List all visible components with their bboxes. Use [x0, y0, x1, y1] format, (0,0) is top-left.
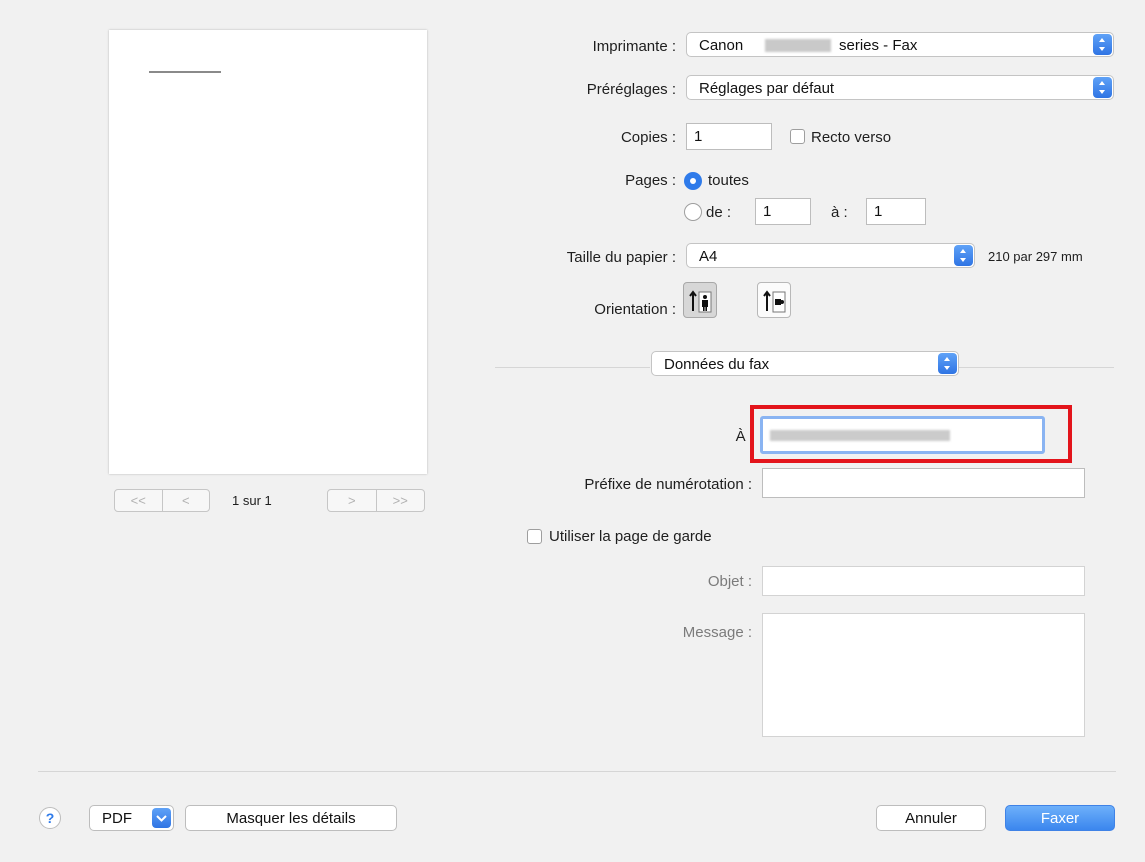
copies-value: 1 — [694, 128, 703, 145]
dial-prefix-input[interactable] — [762, 468, 1085, 498]
copies-input[interactable]: 1 — [686, 123, 772, 150]
pages-from-value: 1 — [763, 203, 772, 220]
duplex-label: Recto verso — [811, 129, 892, 146]
pages-to-value: 1 — [874, 203, 883, 220]
copies-label: Copies : — [620, 129, 676, 146]
preview-text-line — [149, 71, 221, 73]
pages-range-label: de : — [706, 204, 732, 221]
chevron-down-icon — [152, 808, 171, 828]
message-textarea[interactable] — [762, 613, 1085, 737]
orientation-label: Orientation : — [594, 301, 676, 318]
help-button[interactable]: ? — [39, 807, 61, 829]
next-page-button[interactable]: > — [328, 490, 376, 511]
message-label: Message : — [682, 624, 752, 641]
portrait-icon — [689, 290, 712, 313]
blurred-fax-number — [770, 430, 950, 441]
cancel-button[interactable]: Annuler — [876, 805, 986, 831]
pages-to-label: à : — [831, 204, 848, 221]
pdf-menu-button[interactable]: PDF — [89, 805, 174, 831]
preview-nav-forward: > >> — [327, 489, 425, 512]
orientation-portrait-button[interactable] — [683, 282, 717, 318]
subject-input[interactable] — [762, 566, 1085, 596]
footer-separator — [38, 771, 1116, 772]
paper-size-select[interactable]: A4 — [686, 243, 975, 268]
orientation-landscape-button[interactable] — [757, 282, 791, 318]
fax-to-input[interactable] — [760, 416, 1045, 454]
pages-to-input[interactable]: 1 — [866, 198, 926, 225]
last-page-button[interactable]: >> — [375, 490, 425, 511]
fax-submit-button[interactable]: Faxer — [1005, 805, 1115, 831]
pages-all-radio[interactable] — [684, 172, 702, 190]
separator-right — [959, 367, 1114, 368]
presets-value: Réglages par défaut — [699, 80, 835, 97]
landscape-icon — [763, 290, 786, 313]
pages-all-label: toutes — [708, 172, 749, 189]
first-page-button[interactable]: << — [115, 490, 162, 511]
chevron-updown-icon — [1093, 34, 1112, 55]
chevron-updown-icon — [1093, 77, 1112, 98]
cover-page-label: Utiliser la page de garde — [549, 528, 712, 545]
printer-label: Imprimante : — [592, 38, 676, 55]
cover-page-checkbox[interactable] — [527, 529, 542, 544]
blurred-model — [765, 39, 831, 52]
paper-size-value: A4 — [699, 248, 718, 265]
printer-select[interactable]: Canon series - Fax — [686, 32, 1114, 57]
dial-prefix-label: Préfixe de numérotation : — [584, 476, 752, 493]
duplex-checkbox[interactable] — [790, 129, 805, 144]
chevron-updown-icon — [954, 245, 973, 266]
section-select[interactable]: Données du fax — [651, 351, 959, 376]
page-preview — [109, 30, 427, 474]
paper-dimensions: 210 par 297 mm — [988, 249, 1083, 264]
page-indicator: 1 sur 1 — [232, 493, 272, 508]
pages-label: Pages : — [625, 172, 676, 189]
preview-nav-back: << < — [114, 489, 210, 512]
printer-value-prefix: Canon — [699, 37, 744, 54]
presets-select[interactable]: Réglages par défaut — [686, 75, 1114, 100]
separator-left — [495, 367, 650, 368]
presets-label: Préréglages : — [586, 81, 676, 98]
pdf-label: PDF — [102, 809, 132, 827]
section-value: Données du fax — [664, 356, 770, 373]
pages-from-input[interactable]: 1 — [755, 198, 811, 225]
hide-details-button[interactable]: Masquer les détails — [185, 805, 397, 831]
subject-label: Objet : — [707, 573, 752, 590]
pages-range-radio[interactable] — [684, 203, 702, 221]
prev-page-button[interactable]: < — [161, 490, 210, 511]
paper-size-label: Taille du papier : — [566, 249, 676, 266]
chevron-updown-icon — [938, 353, 957, 374]
printer-value-suffix: series - Fax — [839, 37, 918, 54]
